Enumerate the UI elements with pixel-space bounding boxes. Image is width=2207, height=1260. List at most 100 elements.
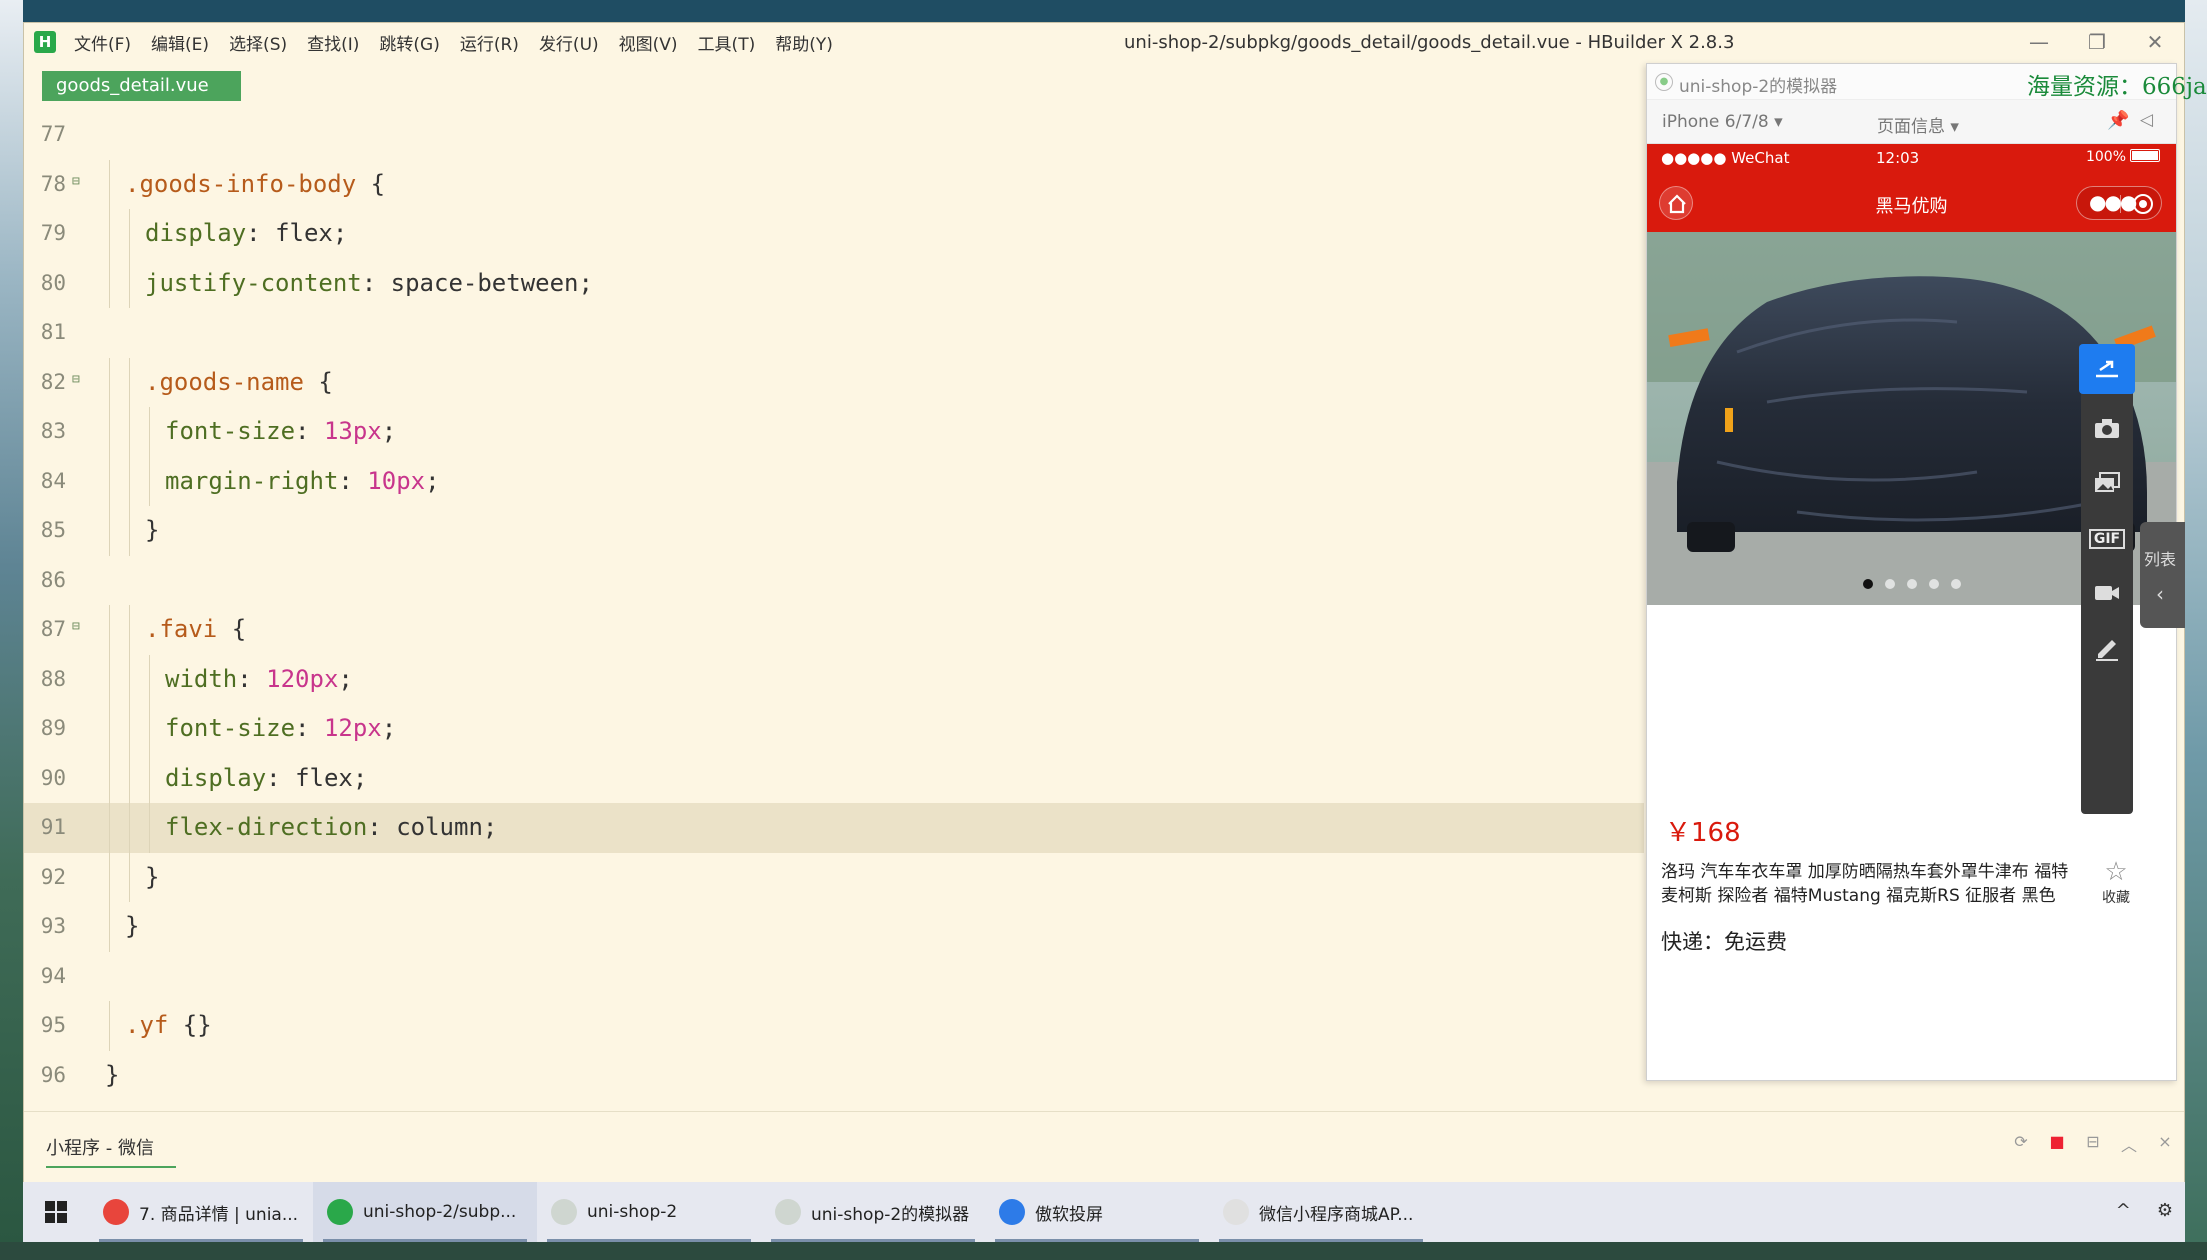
- camera-icon[interactable]: [2081, 404, 2133, 454]
- menu-item-0[interactable]: 文件(F): [74, 30, 131, 55]
- code-line[interactable]: 89 font-size: 12px;: [24, 704, 1644, 754]
- code-line[interactable]: 77: [24, 110, 1644, 160]
- taskbar-item-label: uni-shop-2: [587, 1202, 678, 1222]
- code-line[interactable]: 88 width: 120px;: [24, 654, 1644, 704]
- pin-icon[interactable]: 📌: [2107, 110, 2129, 131]
- menu-item-2[interactable]: 选择(S): [229, 30, 287, 55]
- fold-icon[interactable]: ⊟: [72, 619, 80, 634]
- star-icon[interactable]: ☆: [2087, 857, 2145, 887]
- code-token: :: [237, 664, 267, 693]
- favorite-button[interactable]: ☆ 收藏: [2087, 857, 2145, 907]
- code-text: font-size: 13px;: [165, 417, 396, 445]
- fold-icon[interactable]: ⊟: [72, 174, 80, 189]
- code-editor[interactable]: 77 78 ⊟ .goods-info-body {79 display: flex; 8…: [24, 122, 1644, 1123]
- code-token: ;: [352, 763, 368, 792]
- swiper-dot[interactable]: [1906, 579, 1917, 589]
- menu-item-4[interactable]: 跳转(G): [379, 30, 439, 55]
- menu-item-7[interactable]: 视图(V): [619, 30, 678, 55]
- indent-guide: [149, 704, 150, 754]
- speaker-icon[interactable]: ◁: [2140, 110, 2153, 130]
- fold-icon[interactable]: ⊟: [72, 372, 80, 387]
- taskbar-item[interactable]: 7. 商品详情 | unia...: [89, 1182, 313, 1242]
- code-line[interactable]: 81: [24, 308, 1644, 358]
- code-line[interactable]: 96}: [24, 1051, 1644, 1101]
- code-text: .goods-info-body {: [125, 170, 385, 198]
- code-line[interactable]: 94: [24, 952, 1644, 1002]
- device-select[interactable]: iPhone 6/7/8 ▾: [1662, 112, 1783, 132]
- indent-guide: [109, 209, 110, 259]
- minimize-button[interactable]: —: [2010, 23, 2068, 61]
- page-info-select[interactable]: 页面信息 ▾: [1877, 112, 1959, 137]
- hbuilder-logo-icon: H: [34, 31, 56, 53]
- edit-icon[interactable]: [2081, 624, 2133, 674]
- indent-guide: [129, 852, 130, 902]
- side-list-toggle[interactable]: 列表 ‹: [2140, 522, 2185, 628]
- line-number: 80: [40, 270, 66, 295]
- start-button[interactable]: [23, 1182, 89, 1242]
- clear-icon[interactable]: ⊟: [2084, 1132, 2102, 1156]
- code-token: ;: [482, 813, 498, 841]
- share-icon[interactable]: [2079, 344, 2135, 394]
- swiper-dot[interactable]: [1884, 579, 1895, 589]
- taskbar-item[interactable]: uni-shop-2: [537, 1182, 761, 1242]
- code-line[interactable]: 93}: [24, 902, 1644, 952]
- menu-item-8[interactable]: 工具(T): [698, 30, 756, 55]
- tray-app-icon[interactable]: ⚙: [2157, 1200, 2173, 1221]
- line-number: 84: [40, 468, 66, 493]
- code-token: :: [295, 417, 324, 445]
- code-line[interactable]: 92}: [24, 852, 1644, 902]
- code-line[interactable]: 85}: [24, 506, 1644, 556]
- maximize-button[interactable]: ❐: [2068, 23, 2126, 61]
- code-line[interactable]: 80 justify-content: space-between;: [24, 258, 1644, 308]
- line-number: 95: [40, 1013, 66, 1037]
- taskbar-item[interactable]: uni-shop-2的模拟器: [761, 1182, 985, 1242]
- code-line[interactable]: 83 font-size: 13px;: [24, 407, 1644, 457]
- swiper-dot[interactable]: [1862, 579, 1873, 589]
- code-text: .favi {: [145, 615, 246, 643]
- video-icon[interactable]: [2081, 568, 2133, 618]
- menu-item-9[interactable]: 帮助(Y): [775, 30, 833, 55]
- code-line[interactable]: 79 display: flex;: [24, 209, 1644, 259]
- code-line[interactable]: 86: [24, 556, 1644, 606]
- taskbar-item[interactable]: 微信小程序商城AP...: [1209, 1182, 1433, 1242]
- code-line[interactable]: 95 .yf {}: [24, 1001, 1644, 1051]
- code-line[interactable]: 87 ⊟ .favi {: [24, 605, 1644, 655]
- image-icon[interactable]: [2081, 458, 2133, 508]
- code-text: .yf {}: [125, 1011, 212, 1039]
- swiper-dot[interactable]: [1950, 579, 1961, 589]
- capsule-menu[interactable]: ●●●: [2076, 186, 2162, 220]
- code-text: display: flex;: [145, 219, 347, 247]
- code-line[interactable]: 78 ⊟ .goods-info-body {: [24, 159, 1644, 209]
- title-bar: H 文件(F) 编辑(E) 选择(S) 查找(I) 跳转(G) 运行(R) 发行(U) 视图(…: [24, 23, 2184, 61]
- tab-goods-detail[interactable]: goods_detail.vue: [42, 71, 241, 101]
- tray-expand-icon[interactable]: ^: [2116, 1200, 2131, 1221]
- code-text: margin-right: 10px;: [165, 467, 440, 495]
- close-target-icon[interactable]: [2133, 194, 2153, 214]
- code-line[interactable]: 91 flex-direction: column;: [24, 803, 1644, 853]
- close-button[interactable]: ✕: [2126, 23, 2184, 61]
- indent-guide: [109, 902, 110, 952]
- code-token: ;: [381, 417, 397, 445]
- stop-icon[interactable]: ■: [2048, 1132, 2066, 1156]
- swiper-dot[interactable]: [1928, 579, 1939, 589]
- taskbar-item[interactable]: uni-shop-2/subp...: [313, 1182, 537, 1242]
- menu-item-1[interactable]: 编辑(E): [151, 30, 209, 55]
- code-line[interactable]: 90 display: flex;: [24, 753, 1644, 803]
- menu-item-3[interactable]: 查找(I): [307, 30, 359, 55]
- menu-item-5[interactable]: 运行(R): [460, 30, 519, 55]
- menu-item-6[interactable]: 发行(U): [539, 30, 599, 55]
- code-line[interactable]: 84 margin-right: 10px;: [24, 456, 1644, 506]
- code-token: .favi: [145, 615, 218, 643]
- chevron-up-icon[interactable]: ︿: [2120, 1132, 2138, 1156]
- watermark-text: 海量资源：666ja: [2027, 74, 2207, 100]
- code-token: space-between: [390, 268, 579, 297]
- code-text: }: [125, 912, 139, 940]
- console-tab-miniprogram[interactable]: 小程序 - 微信: [46, 1134, 176, 1168]
- taskbar-item[interactable]: 傲软投屏: [985, 1182, 1209, 1242]
- chevron-left-icon: ‹: [2156, 582, 2164, 606]
- refresh-icon[interactable]: ⟳: [2012, 1132, 2030, 1156]
- close-panel-icon[interactable]: ×: [2156, 1132, 2174, 1156]
- code-line[interactable]: 82 ⊟ .goods-name {: [24, 357, 1644, 407]
- gif-icon[interactable]: GIF: [2081, 514, 2133, 564]
- more-icon[interactable]: ●●●: [2089, 190, 2137, 214]
